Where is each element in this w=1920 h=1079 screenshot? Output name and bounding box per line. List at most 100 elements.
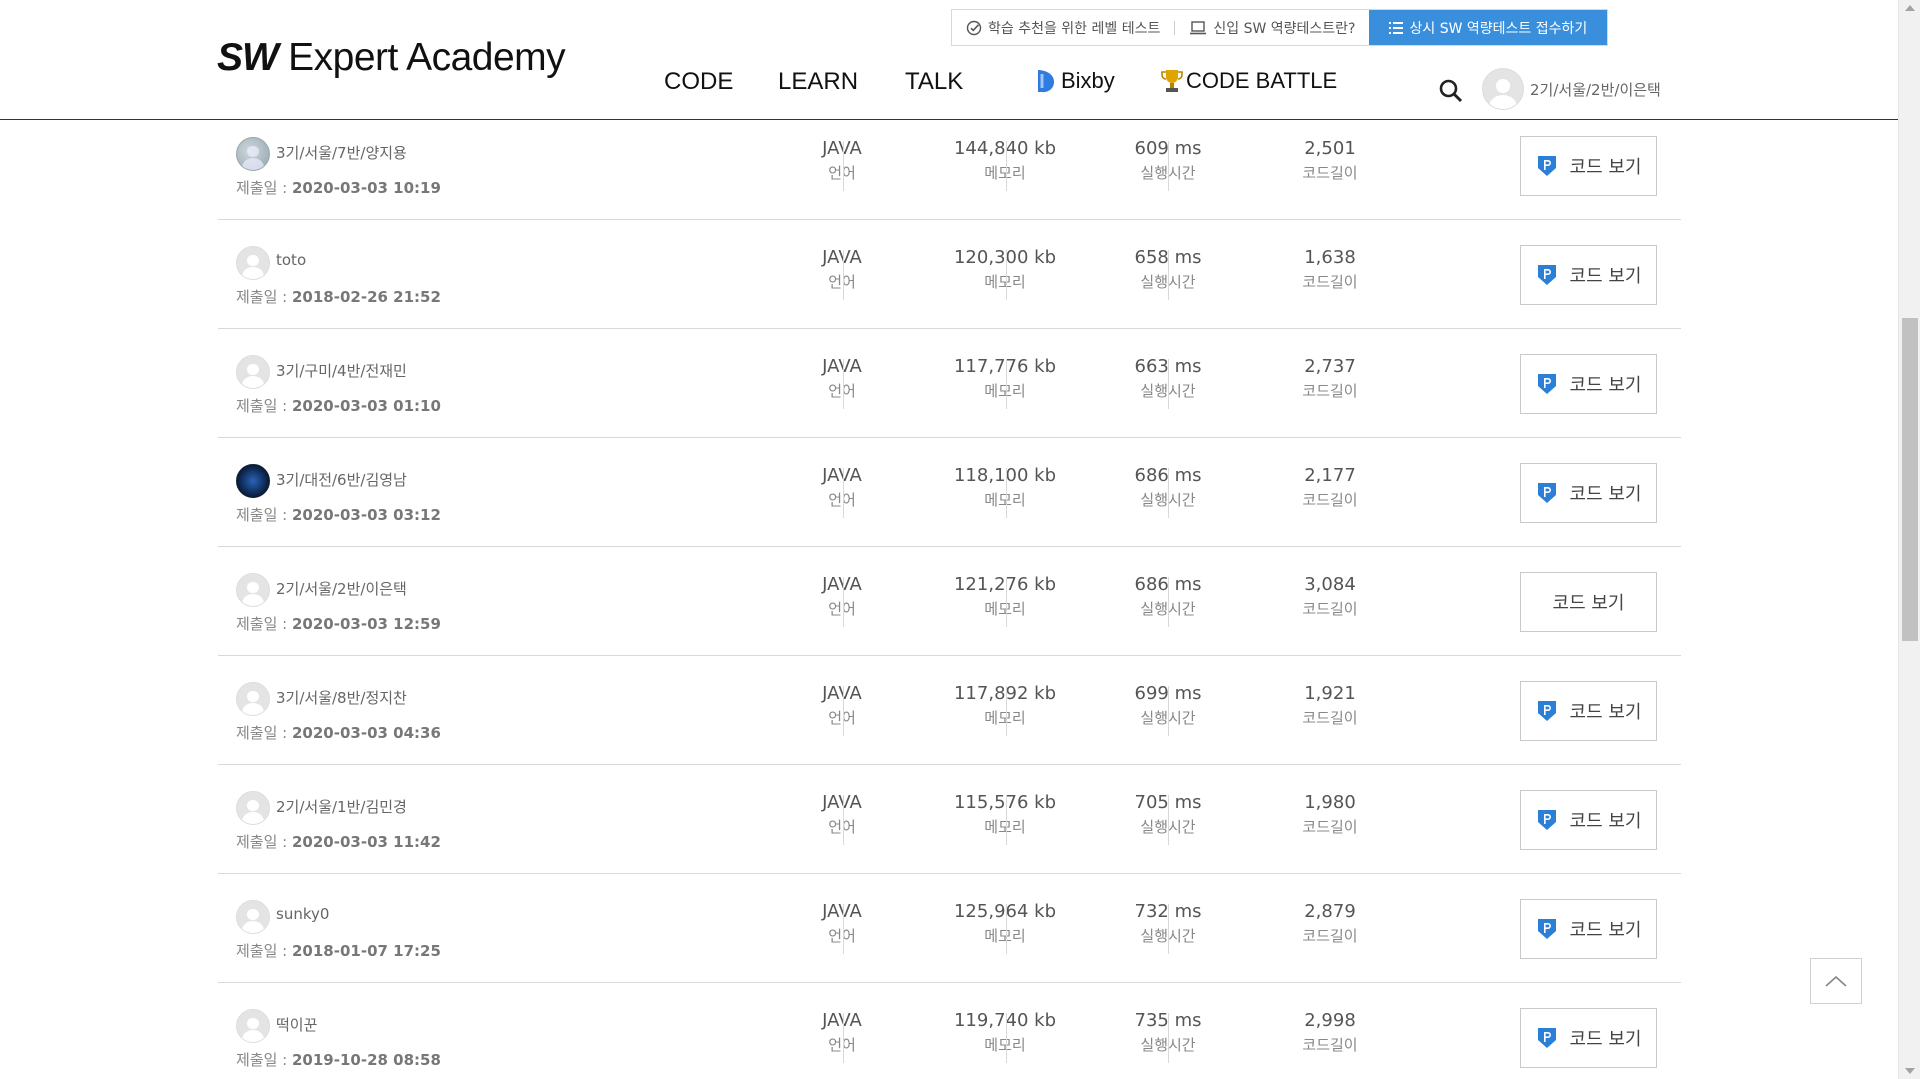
level-test-link[interactable]: 학습 추천을 위한 레벨 테스트 <box>952 10 1174 45</box>
new-test-link[interactable]: 신입 SW 역량테스트란? <box>1175 10 1369 45</box>
submitter-name[interactable]: 3기/서울/8반/정지찬 <box>276 687 407 708</box>
submitter-name[interactable]: sunky0 <box>276 905 329 923</box>
user-profile[interactable]: 2기/서울/2반/이은택 <box>1482 68 1661 110</box>
view-code-label: 코드 보기 <box>1552 593 1625 614</box>
view-code-label: 코드 보기 <box>1569 157 1642 178</box>
memory-stat: 117,776 kb 메모리 <box>953 356 1056 400</box>
avatar <box>236 682 270 716</box>
site-header: SW Expert Academy 학습 추천을 위한 레벨 테스트 신입 SW… <box>0 0 1898 120</box>
list-item: 떡이꾼 제출일 : 2019-10-28 08:58 JAVA 언어 119,740 k… <box>218 983 1681 1079</box>
submitter-name[interactable]: 3기/서울/7반/양지용 <box>276 142 407 163</box>
submit-date: 제출일 : 2019-10-28 08:58 <box>236 1051 441 1069</box>
stat-divider <box>843 577 844 627</box>
language-stat: JAVA 언어 <box>822 465 862 509</box>
view-code-button[interactable]: 코드 보기 <box>1520 572 1657 632</box>
point-badge-icon <box>1537 265 1556 285</box>
submit-date: 제출일 : 2020-03-03 10:19 <box>236 179 441 197</box>
submitter-name[interactable]: 2기/서울/1반/김민경 <box>276 796 407 817</box>
list-item: sunky0 제출일 : 2018-01-07 17:25 JAVA 언어 125,96… <box>218 874 1681 983</box>
language-stat: JAVA 언어 <box>822 574 862 618</box>
avatar <box>236 137 270 171</box>
stat-divider <box>843 1013 844 1063</box>
top-utility-bar: 학습 추천을 위한 레벨 테스트 신입 SW 역량테스트란? 상시 SW 역량테… <box>951 9 1609 46</box>
stat-divider <box>1168 795 1169 845</box>
stat-divider <box>843 141 844 191</box>
list-item: 3기/서울/7반/양지용 제출일 : 2020-03-03 10:19 JAVA 언어… <box>218 111 1681 220</box>
view-code-button[interactable]: 코드 보기 <box>1520 245 1657 305</box>
view-code-button[interactable]: 코드 보기 <box>1520 136 1657 196</box>
bixby-icon <box>1038 70 1054 92</box>
view-code-label: 코드 보기 <box>1569 1029 1642 1050</box>
user-name: 2기/서울/2반/이은택 <box>1530 80 1661 99</box>
stat-divider <box>843 686 844 736</box>
submitter-name[interactable]: 떡이꾼 <box>276 1014 317 1035</box>
view-code-label: 코드 보기 <box>1569 920 1642 941</box>
stat-divider <box>1006 577 1007 627</box>
language-stat: JAVA 언어 <box>822 356 862 400</box>
point-badge-icon <box>1537 374 1556 394</box>
submit-date: 제출일 : 2020-03-03 03:12 <box>236 506 441 524</box>
point-badge-icon <box>1537 701 1556 721</box>
avatar <box>236 246 270 280</box>
nav-bixby[interactable]: Bixby <box>1034 68 1115 94</box>
nav-code[interactable]: CODE <box>664 68 733 96</box>
submitter-name[interactable]: 3기/구미/4반/전재민 <box>276 360 407 381</box>
nav-code-battle[interactable]: CODE BATTLE <box>1161 68 1337 94</box>
view-code-button[interactable]: 코드 보기 <box>1520 1008 1657 1068</box>
memory-stat: 118,100 kb 메모리 <box>953 465 1056 509</box>
scroll-down-arrow-icon[interactable] <box>1905 1068 1915 1074</box>
site-logo[interactable]: SW Expert Academy <box>217 36 566 80</box>
submitter-name[interactable]: 3기/대전/6반/김영남 <box>276 469 407 490</box>
stat-divider <box>1006 141 1007 191</box>
stat-divider <box>1168 577 1169 627</box>
view-code-button[interactable]: 코드 보기 <box>1520 681 1657 741</box>
memory-stat: 120,300 kb 메모리 <box>953 247 1056 291</box>
stat-divider <box>1168 359 1169 409</box>
list-item: 3기/서울/8반/정지찬 제출일 : 2020-03-03 04:36 JAVA 언어… <box>218 656 1681 765</box>
search-icon[interactable] <box>1438 78 1464 108</box>
list-icon <box>1389 21 1404 34</box>
laptop-icon <box>1190 20 1207 34</box>
submit-date: 제출일 : 2020-03-03 01:10 <box>236 397 441 415</box>
scroll-up-arrow-icon[interactable] <box>1905 5 1915 11</box>
point-badge-icon <box>1537 1028 1556 1048</box>
stat-divider <box>843 359 844 409</box>
stat-divider <box>1006 904 1007 954</box>
nav-talk[interactable]: TALK <box>905 68 963 96</box>
view-code-label: 코드 보기 <box>1569 266 1642 287</box>
list-item: toto 제출일 : 2018-02-26 21:52 JAVA 언어 120,300 … <box>218 220 1681 329</box>
memory-stat: 121,276 kb 메모리 <box>953 574 1056 618</box>
language-stat: JAVA 언어 <box>822 1010 862 1054</box>
code-length-stat: 2,737 코드길이 <box>1302 356 1358 400</box>
submitter-name[interactable]: 2기/서울/2반/이은택 <box>276 578 407 599</box>
submit-date: 제출일 : 2020-03-03 04:36 <box>236 724 441 742</box>
stat-divider <box>1168 904 1169 954</box>
scrollbar-thumb[interactable] <box>1902 318 1918 641</box>
list-item: 3기/구미/4반/전재민제출일 : 2020-03-03 01:10 JAVA 언어… <box>218 329 1681 438</box>
stat-divider <box>1006 795 1007 845</box>
view-code-button[interactable]: 코드 보기 <box>1520 463 1657 523</box>
page-scrollbar[interactable] <box>1898 0 1920 1079</box>
memory-stat: 117,892 kb 메모리 <box>953 683 1056 727</box>
stat-divider <box>843 468 844 518</box>
apply-test-button[interactable]: 상시 SW 역량테스트 접수하기 <box>1369 10 1608 45</box>
view-code-button[interactable]: 코드 보기 <box>1520 354 1657 414</box>
stat-divider <box>1006 250 1007 300</box>
point-badge-icon <box>1537 810 1556 830</box>
submitter-name[interactable]: toto <box>276 251 306 269</box>
stat-divider <box>1168 1013 1169 1063</box>
code-length-stat: 2,177 코드길이 <box>1302 465 1358 509</box>
apply-test-label: 상시 SW 역량테스트 접수하기 <box>1409 20 1588 37</box>
view-code-button[interactable]: 코드 보기 <box>1520 899 1657 959</box>
memory-stat: 144,840 kb 메모리 <box>953 138 1056 182</box>
scroll-to-top-button[interactable] <box>1810 958 1862 1004</box>
avatar <box>236 900 270 934</box>
language-stat: JAVA 언어 <box>822 247 862 291</box>
memory-stat: 125,964 kb 메모리 <box>953 901 1056 945</box>
view-code-button[interactable]: 코드 보기 <box>1520 790 1657 850</box>
stat-divider <box>1168 141 1169 191</box>
point-badge-icon <box>1537 919 1556 939</box>
nav-learn[interactable]: LEARN <box>778 68 858 96</box>
language-stat: JAVA 언어 <box>822 901 862 945</box>
list-item: 2기/서울/2반/이은택 제출일 : 2020-03-03 12:59 JAVA 언어… <box>218 547 1681 656</box>
